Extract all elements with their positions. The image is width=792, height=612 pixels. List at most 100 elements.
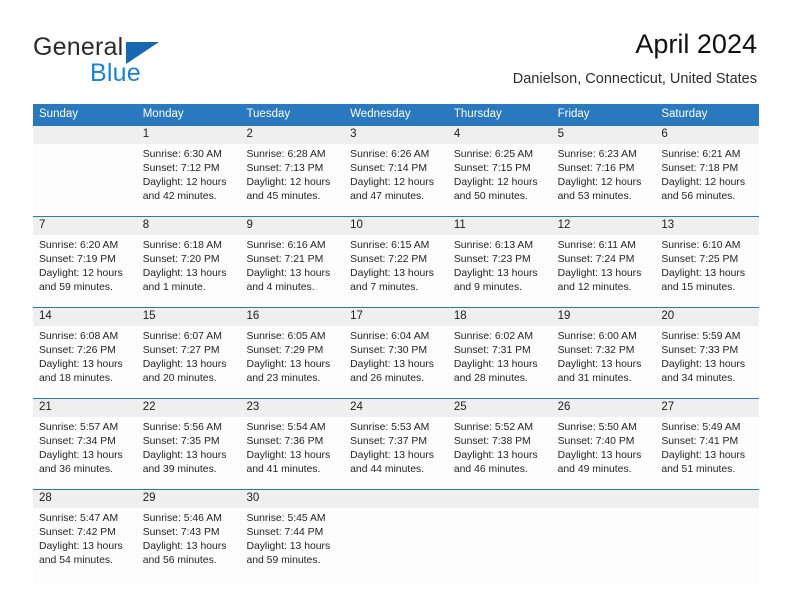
day-number[interactable]: 27 — [655, 399, 759, 417]
day-number[interactable]: 6 — [655, 126, 759, 144]
day-cell[interactable]: Sunrise: 6:07 AM Sunset: 7:27 PM Dayligh… — [137, 326, 241, 398]
day-number[interactable]: 23 — [240, 399, 344, 417]
sunset-text: Sunset: 7:44 PM — [246, 527, 324, 539]
day-number[interactable]: 19 — [552, 308, 656, 326]
day-cell[interactable]: Sunrise: 5:49 AM Sunset: 7:41 PM Dayligh… — [655, 417, 759, 489]
day-cell[interactable]: Sunrise: 5:56 AM Sunset: 7:35 PM Dayligh… — [137, 417, 241, 489]
week-row: 1 2 3 4 5 6 Sunrise: 6:30 AM Sunset: 7:1… — [33, 125, 759, 216]
sunrise-text: Sunrise: 5:56 AM — [142, 422, 222, 433]
day-number[interactable]: 16 — [240, 308, 344, 326]
day-cell[interactable]: Sunrise: 5:57 AM Sunset: 7:34 PM Dayligh… — [33, 417, 137, 489]
day-cell[interactable]: Sunrise: 5:54 AM Sunset: 7:36 PM Dayligh… — [240, 417, 344, 489]
day-number[interactable]: 25 — [448, 399, 552, 417]
day-cell[interactable]: Sunrise: 6:02 AM Sunset: 7:31 PM Dayligh… — [448, 326, 552, 398]
day-number[interactable]: 24 — [344, 399, 448, 417]
daylight-text-line1: Daylight: 13 hours — [453, 359, 538, 371]
day-cell[interactable]: Sunrise: 6:21 AM Sunset: 7:18 PM Dayligh… — [655, 144, 759, 216]
day-number[interactable] — [655, 490, 759, 508]
day-cell[interactable]: Sunrise: 6:23 AM Sunset: 7:16 PM Dayligh… — [552, 144, 656, 216]
day-cell[interactable]: Sunrise: 6:11 AM Sunset: 7:24 PM Dayligh… — [552, 235, 656, 307]
day-number[interactable]: 4 — [448, 126, 552, 144]
day-cell[interactable]: Sunrise: 5:59 AM Sunset: 7:33 PM Dayligh… — [655, 326, 759, 398]
day-cell[interactable] — [655, 508, 759, 584]
weekday-sunday: Sunday — [39, 108, 79, 120]
day-cell[interactable] — [448, 508, 552, 584]
day-number[interactable]: 14 — [33, 308, 137, 326]
day-cell[interactable]: Sunrise: 6:18 AM Sunset: 7:20 PM Dayligh… — [137, 235, 241, 307]
day-number[interactable]: 8 — [137, 217, 241, 235]
daylight-text-line2: and 41 minutes. — [246, 464, 321, 476]
day-cell[interactable]: Sunrise: 6:28 AM Sunset: 7:13 PM Dayligh… — [240, 144, 344, 216]
daylight-text-line2: and 26 minutes. — [350, 373, 425, 385]
day-cell[interactable]: Sunrise: 6:04 AM Sunset: 7:30 PM Dayligh… — [344, 326, 448, 398]
daylight-text-line1: Daylight: 13 hours — [246, 359, 331, 371]
day-cell[interactable] — [552, 508, 656, 584]
daylight-text-line2: and 15 minutes. — [661, 282, 736, 294]
day-cell[interactable]: Sunrise: 5:47 AM Sunset: 7:42 PM Dayligh… — [33, 508, 137, 584]
page-header: General Blue April 2024 Danielson, Conne… — [0, 0, 792, 100]
day-number[interactable]: 9 — [240, 217, 344, 235]
day-number[interactable]: 10 — [344, 217, 448, 235]
day-number[interactable]: 21 — [33, 399, 137, 417]
sunset-text: Sunset: 7:41 PM — [661, 436, 739, 448]
day-number[interactable]: 2 — [240, 126, 344, 144]
daylight-text-line1: Daylight: 13 hours — [453, 268, 538, 280]
day-cell[interactable]: Sunrise: 6:16 AM Sunset: 7:21 PM Dayligh… — [240, 235, 344, 307]
sunrise-text: Sunrise: 6:11 AM — [557, 240, 636, 251]
day-number[interactable] — [344, 490, 448, 508]
daylight-text-line1: Daylight: 12 hours — [453, 177, 538, 189]
day-number[interactable]: 15 — [137, 308, 241, 326]
day-number[interactable] — [33, 126, 137, 144]
day-cell[interactable] — [33, 144, 137, 216]
day-cell[interactable]: Sunrise: 6:20 AM Sunset: 7:19 PM Dayligh… — [33, 235, 137, 307]
day-cell[interactable]: Sunrise: 5:46 AM Sunset: 7:43 PM Dayligh… — [137, 508, 241, 584]
day-cell[interactable]: Sunrise: 6:13 AM Sunset: 7:23 PM Dayligh… — [448, 235, 552, 307]
day-number[interactable]: 12 — [552, 217, 656, 235]
day-number[interactable] — [552, 490, 656, 508]
day-number[interactable]: 17 — [344, 308, 448, 326]
week-detail-strip: Sunrise: 6:30 AM Sunset: 7:12 PM Dayligh… — [33, 144, 759, 216]
day-cell[interactable]: Sunrise: 6:26 AM Sunset: 7:14 PM Dayligh… — [344, 144, 448, 216]
day-number[interactable]: 22 — [137, 399, 241, 417]
day-number[interactable]: 7 — [33, 217, 137, 235]
daylight-text-line2: and 59 minutes. — [246, 555, 321, 567]
daylight-text-line1: Daylight: 12 hours — [246, 177, 331, 189]
daylight-text-line2: and 39 minutes. — [142, 464, 217, 476]
sunrise-text: Sunrise: 6:23 AM — [557, 149, 637, 160]
day-cell[interactable]: Sunrise: 6:10 AM Sunset: 7:25 PM Dayligh… — [655, 235, 759, 307]
day-cell[interactable]: Sunrise: 6:25 AM Sunset: 7:15 PM Dayligh… — [448, 144, 552, 216]
day-cell[interactable]: Sunrise: 5:50 AM Sunset: 7:40 PM Dayligh… — [552, 417, 656, 489]
day-cell[interactable]: Sunrise: 5:45 AM Sunset: 7:44 PM Dayligh… — [240, 508, 344, 584]
day-number[interactable]: 11 — [448, 217, 552, 235]
day-number[interactable]: 30 — [240, 490, 344, 508]
day-number[interactable]: 28 — [33, 490, 137, 508]
day-number[interactable]: 5 — [552, 126, 656, 144]
daylight-text-line2: and 45 minutes. — [246, 191, 321, 203]
day-number[interactable]: 26 — [552, 399, 656, 417]
sunrise-text: Sunrise: 6:07 AM — [142, 331, 222, 342]
sunset-text: Sunset: 7:26 PM — [39, 345, 116, 357]
day-number[interactable]: 29 — [137, 490, 241, 508]
sunrise-text: Sunrise: 6:15 AM — [350, 240, 430, 251]
week-row: 7 8 9 10 11 12 13 Sunrise: 6:20 AM Sunse… — [33, 216, 759, 307]
sunrise-text: Sunrise: 5:45 AM — [246, 513, 326, 524]
day-cell[interactable]: Sunrise: 5:53 AM Sunset: 7:37 PM Dayligh… — [344, 417, 448, 489]
day-cell[interactable]: Sunrise: 5:52 AM Sunset: 7:38 PM Dayligh… — [448, 417, 552, 489]
day-number[interactable]: 13 — [655, 217, 759, 235]
day-cell[interactable]: Sunrise: 6:08 AM Sunset: 7:26 PM Dayligh… — [33, 326, 137, 398]
day-number[interactable]: 18 — [448, 308, 552, 326]
day-cell[interactable]: Sunrise: 6:30 AM Sunset: 7:12 PM Dayligh… — [137, 144, 241, 216]
day-cell[interactable]: Sunrise: 6:05 AM Sunset: 7:29 PM Dayligh… — [240, 326, 344, 398]
day-number[interactable]: 20 — [655, 308, 759, 326]
day-number[interactable] — [448, 490, 552, 508]
day-number[interactable]: 3 — [344, 126, 448, 144]
brand-logo[interactable]: General Blue — [33, 33, 263, 87]
day-cell[interactable]: Sunrise: 6:00 AM Sunset: 7:32 PM Dayligh… — [552, 326, 656, 398]
day-cell[interactable] — [344, 508, 448, 584]
day-cell[interactable]: Sunrise: 6:15 AM Sunset: 7:22 PM Dayligh… — [344, 235, 448, 307]
daylight-text-line2: and 59 minutes. — [39, 282, 113, 294]
day-number[interactable]: 1 — [137, 126, 241, 144]
weekday-tuesday: Tuesday — [246, 108, 291, 120]
daylight-text-line1: Daylight: 13 hours — [142, 541, 227, 553]
daylight-text-line1: Daylight: 13 hours — [661, 359, 746, 371]
